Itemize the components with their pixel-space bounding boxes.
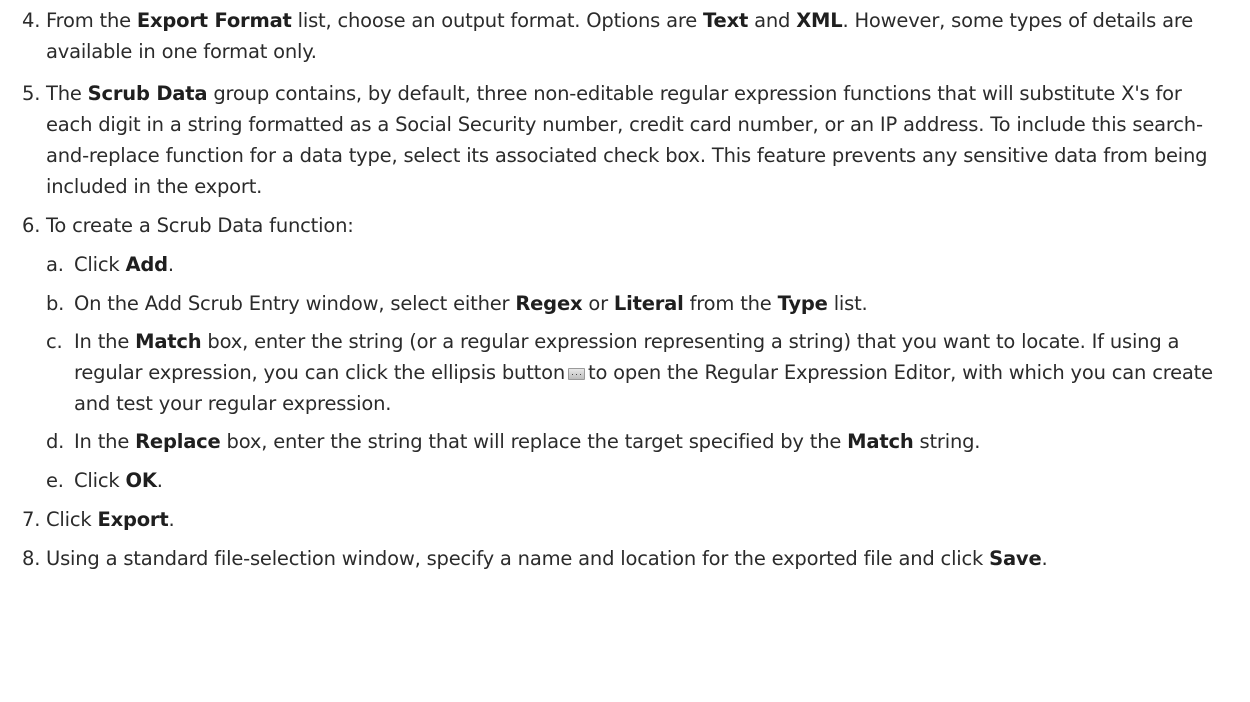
bold-term: OK: [125, 469, 157, 492]
text-run: The: [46, 82, 88, 105]
bold-term: Scrub Data: [87, 82, 208, 105]
step-number: 4.: [22, 9, 41, 32]
step-4: 4. From the Export Format list, choose a…: [22, 5, 1232, 67]
text-run: group contains, by default, three non-ed…: [46, 82, 1208, 198]
step-6: 6. To create a Scrub Data function:: [22, 210, 1232, 241]
step-text: The Scrub Data group contains, by defaul…: [46, 78, 1232, 202]
document-page: 4. From the Export Format list, choose a…: [0, 0, 1250, 702]
text-run: string.: [913, 430, 981, 453]
text-run: .: [156, 469, 163, 492]
text-run: Click: [74, 469, 126, 492]
bold-term: Export: [97, 508, 169, 531]
text-run: Click: [74, 253, 126, 276]
bold-term: XML: [796, 9, 843, 32]
substep-d: d. In the Replace box, enter the string …: [46, 426, 1236, 457]
step-7: 7. Click Export.: [22, 504, 1232, 535]
text-run: .: [168, 508, 175, 531]
substep-letter: a.: [46, 253, 64, 276]
step-text: Click Export.: [46, 504, 1232, 535]
text-run: On the Add Scrub Entry window, select ei…: [74, 292, 516, 315]
step-text: To create a Scrub Data function:: [46, 214, 354, 237]
bold-term: Regex: [515, 292, 583, 315]
text-run: In the: [74, 330, 136, 353]
ellipsis-button-icon: [568, 368, 585, 380]
step-text: From the Export Format list, choose an o…: [46, 5, 1232, 67]
substep-c: c. In the Match box, enter the string (o…: [46, 326, 1236, 419]
bold-term: Save: [989, 547, 1042, 570]
text-run: from the: [683, 292, 778, 315]
substep-text: Click OK.: [74, 465, 1236, 496]
bold-term: Replace: [135, 430, 221, 453]
bold-term: Literal: [613, 292, 684, 315]
substep-a: a. Click Add.: [46, 249, 1236, 280]
substep-letter: e.: [46, 469, 64, 492]
text-run: .: [1041, 547, 1048, 570]
substep-e: e. Click OK.: [46, 465, 1236, 496]
bold-term: Text: [703, 9, 749, 32]
text-run: or: [582, 292, 614, 315]
substep-text: In the Replace box, enter the string tha…: [74, 426, 1236, 457]
text-run: and: [748, 9, 797, 32]
text-run: box, enter the string that will replace …: [220, 430, 848, 453]
step-number: 5.: [22, 82, 41, 105]
bold-term: Add: [125, 253, 168, 276]
bold-term: Match: [135, 330, 202, 353]
step-number: 7.: [22, 508, 41, 531]
substep-text: Click Add.: [74, 249, 1236, 280]
text-run: list.: [827, 292, 868, 315]
step-text: Using a standard file-selection window, …: [46, 543, 1232, 574]
bold-term: Type: [777, 292, 828, 315]
substep-letter: b.: [46, 292, 65, 315]
text-run: Using a standard file-selection window, …: [46, 547, 990, 570]
text-run: list, choose an output format. Options a…: [291, 9, 704, 32]
bold-term: Export Format: [136, 9, 292, 32]
substep-b: b. On the Add Scrub Entry window, select…: [46, 288, 1236, 319]
substep-letter: d.: [46, 430, 65, 453]
step-5: 5. The Scrub Data group contains, by def…: [22, 78, 1232, 202]
substep-text: In the Match box, enter the string (or a…: [74, 326, 1236, 419]
step-number: 8.: [22, 547, 41, 570]
substep-letter: c.: [46, 330, 63, 353]
text-run: Click: [46, 508, 98, 531]
text-run: In the: [74, 430, 136, 453]
bold-term: Match: [847, 430, 914, 453]
text-run: From the: [46, 9, 137, 32]
step-8: 8. Using a standard file-selection windo…: [22, 543, 1232, 574]
text-run: .: [167, 253, 174, 276]
step-number: 6.: [22, 214, 41, 237]
substep-text: On the Add Scrub Entry window, select ei…: [74, 288, 1236, 319]
